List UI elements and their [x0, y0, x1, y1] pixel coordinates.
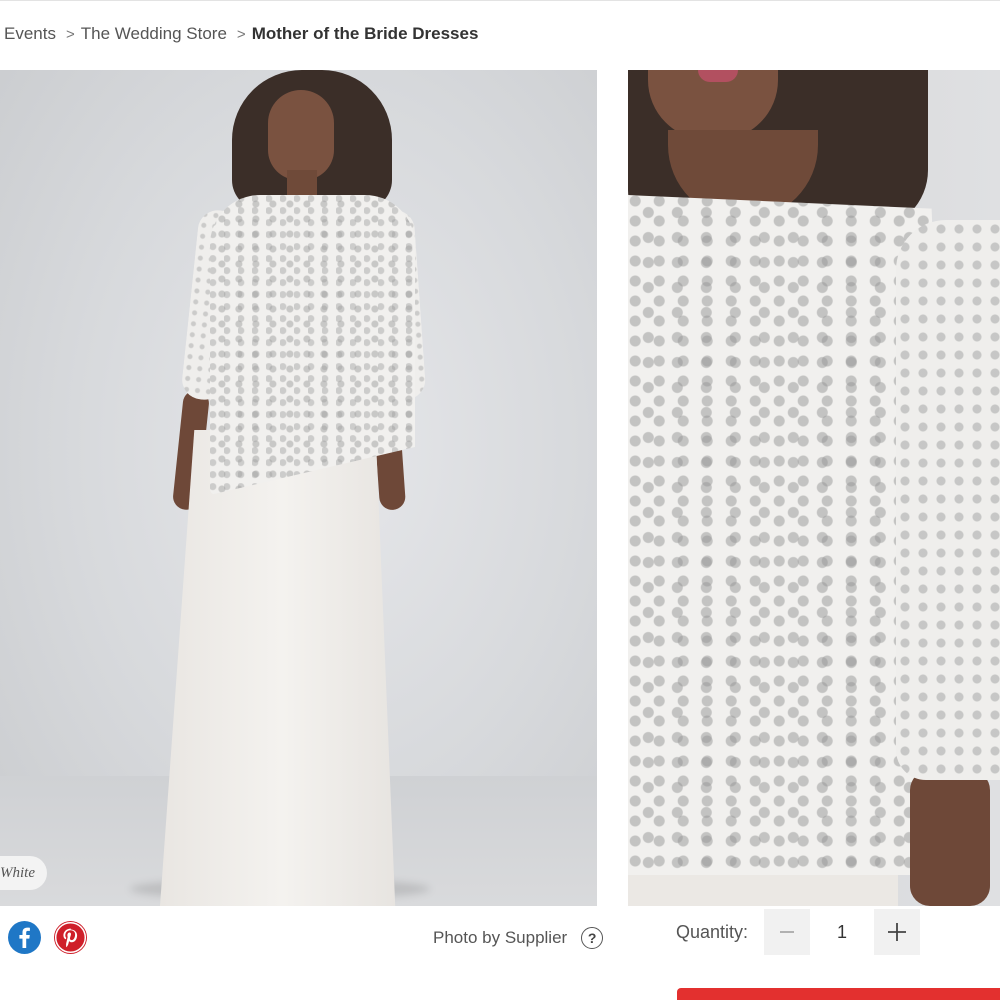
share-row — [8, 921, 87, 954]
minus-icon — [780, 931, 795, 933]
breadcrumb-separator: > — [236, 25, 246, 43]
zoom-sleeve — [896, 220, 1000, 780]
quantity-input[interactable] — [810, 921, 875, 943]
breadcrumb: Events > The Wedding Store > Mother of t… — [0, 22, 478, 46]
plus-icon — [888, 923, 907, 941]
zoom-lips — [698, 70, 738, 82]
dress-skirt — [160, 430, 396, 906]
zoom-product-image[interactable] — [628, 70, 1000, 906]
add-to-cart-button[interactable] — [677, 988, 1000, 1000]
breadcrumb-events[interactable]: Events — [4, 24, 56, 44]
top-divider — [0, 0, 1000, 1]
breadcrumb-wedding-store[interactable]: The Wedding Store — [81, 24, 227, 44]
quantity-label: Quantity: — [676, 921, 749, 942]
decrement-button[interactable] — [764, 909, 811, 955]
color-swatch-label[interactable]: White — [0, 856, 47, 890]
quantity-stepper: Quantity: — [676, 909, 921, 955]
breadcrumb-current: Mother of the Bride Dresses — [251, 24, 479, 43]
help-icon[interactable]: ? — [581, 927, 604, 949]
zoom-arm — [910, 770, 990, 906]
model-face — [268, 90, 334, 180]
photo-credit: Photo by Supplier ? — [433, 927, 604, 949]
main-product-image[interactable]: White — [0, 70, 597, 906]
pinterest-icon[interactable] — [54, 921, 87, 954]
dress-lace-top — [210, 195, 415, 495]
photo-credit-text: Photo by Supplier — [433, 928, 568, 947]
model-figure — [0, 70, 597, 906]
facebook-icon[interactable] — [8, 921, 41, 954]
increment-button[interactable] — [874, 909, 921, 955]
breadcrumb-separator: > — [65, 25, 75, 43]
